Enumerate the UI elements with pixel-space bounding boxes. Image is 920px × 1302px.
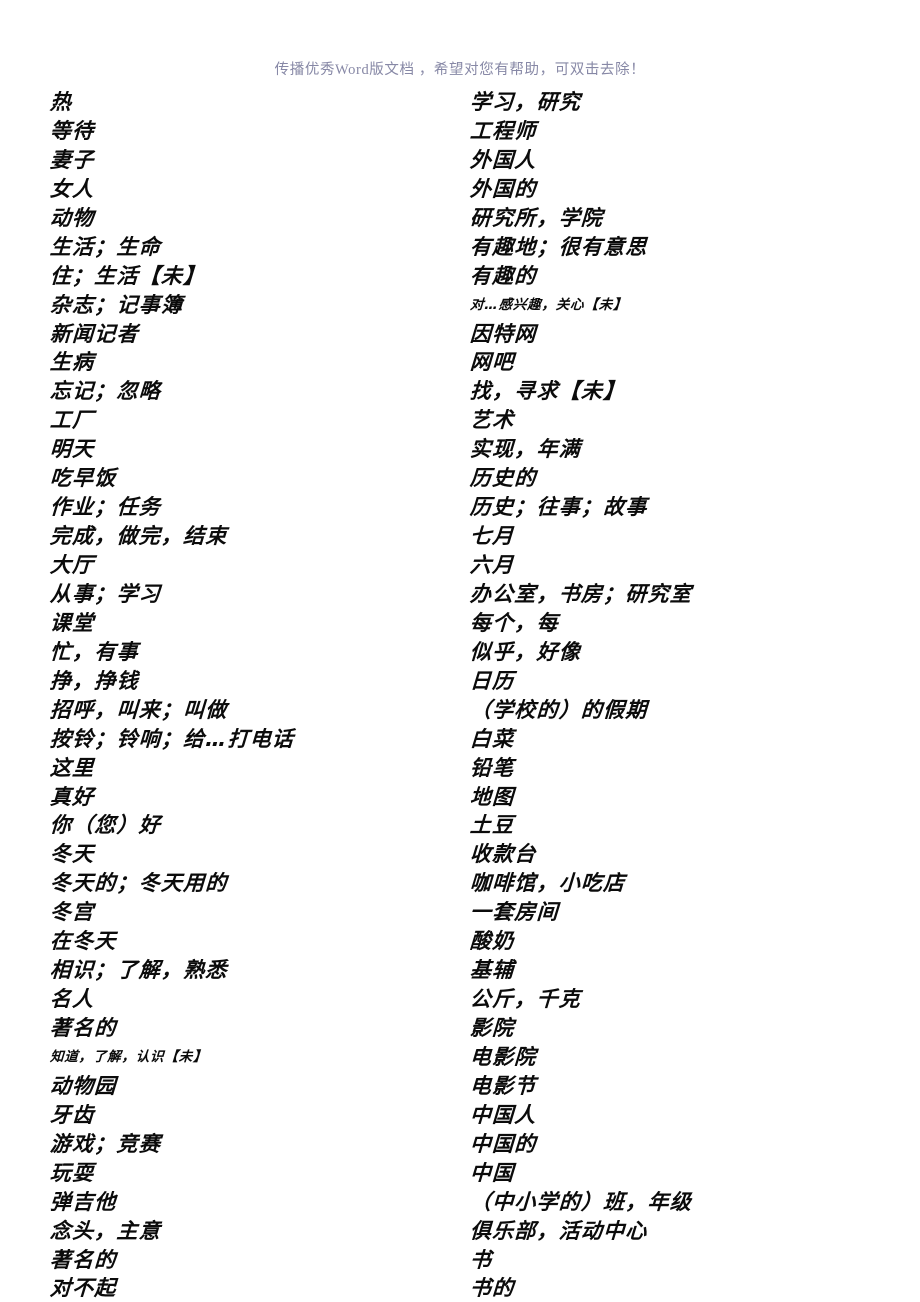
- word-list-entry: （中小学的）班，年级: [469, 1189, 693, 1214]
- word-list-entry: 网吧: [469, 350, 516, 375]
- word-list-entry: 动物园: [49, 1073, 118, 1098]
- document-page: 传播优秀Word版文档 ，希望对您有帮助，可双击去除！ 热等待妻子女人动物生活；…: [0, 0, 920, 1302]
- word-list-entry: 玩耍: [49, 1160, 96, 1185]
- word-list-entry: 明天: [49, 437, 96, 462]
- word-list-entry: 住；生活【未】: [49, 263, 207, 288]
- word-list-column-left: 热等待妻子女人动物生活；生命住；生活【未】 杂志；记事簿 新闻记者生病忘记；忽略工厂…: [49, 88, 450, 1302]
- word-list-entry: 在冬天: [49, 929, 118, 954]
- word-list-entry: 等待: [49, 118, 96, 143]
- word-list-entry: 有趣的: [469, 263, 538, 288]
- word-list-entry: 影院: [469, 1016, 516, 1040]
- word-list-entry: 办公室，书房；研究室: [469, 581, 693, 606]
- word-list-entry: 生病: [49, 350, 96, 375]
- word-list-entry: 游戏；竞赛: [49, 1131, 162, 1156]
- word-list-entry: 大厅: [49, 553, 96, 577]
- word-list-entry: 著名的: [49, 1247, 118, 1272]
- word-list-entry: 土豆: [469, 813, 516, 838]
- word-list-entry: 书的: [469, 1276, 516, 1301]
- word-list-entry: 外国人: [469, 147, 538, 172]
- word-list-entry: 名人: [49, 987, 96, 1012]
- word-list-entry: 忘记；忽略: [49, 379, 162, 404]
- word-list-entry: 地图: [469, 784, 516, 809]
- word-list-entry: 因特网: [469, 321, 538, 346]
- word-list-entry: 热: [49, 90, 73, 114]
- word-list-entry: 中国: [469, 1160, 516, 1185]
- word-list-entry: 咖啡馆，小吃店: [469, 871, 627, 896]
- word-list-entry: 酸奶: [469, 929, 516, 954]
- word-list-entry: 七月: [469, 524, 516, 549]
- word-list-entry: 念头，主意: [49, 1218, 162, 1243]
- word-list-entry: 学习，研究: [469, 90, 582, 114]
- word-list-entry: 从事；学习: [49, 581, 162, 606]
- word-list-entry: 外国的: [469, 176, 538, 201]
- word-list-entry: 杂志；记事簿: [49, 292, 184, 317]
- word-list-entry: 招呼，叫来；叫做: [49, 697, 229, 722]
- word-list-entry: 对不起: [49, 1276, 118, 1301]
- word-list-entry: 课堂: [49, 610, 96, 635]
- word-list-entry: 基辅: [469, 958, 516, 983]
- word-list-entry: 对…感兴趣，关心【未】: [469, 296, 628, 313]
- word-list-entry: 日历: [469, 668, 516, 693]
- word-list-columns: 热等待妻子女人动物生活；生命住；生活【未】 杂志；记事簿 新闻记者生病忘记；忽略工厂…: [0, 88, 920, 1300]
- word-list-entry: 铅笔: [469, 755, 516, 780]
- word-list-entry: 完成，做完，结束: [49, 524, 229, 549]
- word-list-entry: 生活；生命: [49, 234, 162, 259]
- word-list-entry: 研究所，学院: [469, 205, 604, 230]
- word-list-entry: 作业；任务: [49, 495, 162, 520]
- word-list-entry: 冬天的；冬天用的: [49, 871, 229, 896]
- word-list-entry: 这里: [49, 755, 96, 780]
- word-list-entry: 牙齿: [49, 1102, 96, 1127]
- word-list-entry: 冬宫: [49, 900, 96, 925]
- word-list-entry: 找，寻求【未】: [469, 379, 627, 404]
- word-list-entry: 白菜: [469, 726, 516, 751]
- watermark-text: 传播优秀Word版文档 ，希望对您有帮助，可双击去除！: [274, 62, 646, 78]
- word-list-entry: 有趣地；很有意思: [469, 234, 649, 259]
- word-list-column-right: 学习，研究工程师外国人外国的研究所，学院有趣地；很有意思 有趣的对…感兴趣，关心【…: [469, 88, 870, 1302]
- word-list-entry: 中国人: [469, 1102, 538, 1127]
- word-list-entry: 工程师: [469, 118, 538, 143]
- word-list-entry: 弹吉他: [49, 1189, 118, 1214]
- word-list-entry: 艺术: [469, 408, 516, 433]
- word-list-entry: 动物: [49, 205, 96, 230]
- word-list-entry: 挣，挣钱: [49, 668, 140, 693]
- word-list-entry: 按铃；铃响；给…打电话: [49, 726, 295, 751]
- word-list-entry: 你（您）好: [49, 813, 162, 838]
- word-list-entry: （学校的）的假期: [469, 697, 649, 722]
- word-list-entry: 六月: [469, 553, 516, 577]
- word-list-entry: 历史的: [469, 466, 538, 491]
- word-list-entry: 历史；往事；故事: [469, 495, 649, 520]
- word-list-entry: 书: [469, 1247, 493, 1272]
- word-list-entry: 中国的: [469, 1131, 538, 1156]
- word-list-entry: 俱乐部，活动中心: [469, 1218, 649, 1243]
- word-list-entry: 忙，有事: [49, 639, 140, 664]
- word-list-entry: 似乎，好像: [469, 639, 582, 664]
- word-list-entry: 一套房间: [469, 900, 560, 925]
- word-list-entry: 冬天: [49, 842, 96, 867]
- word-list-entry: 新闻记者: [49, 321, 140, 346]
- word-list-entry: 知道，了解，认识【未】: [49, 1048, 208, 1065]
- word-list-entry: 相识；了解，熟悉: [49, 958, 229, 983]
- word-list-entry: 工厂: [49, 408, 96, 433]
- word-list-entry: 实现，年满: [469, 437, 582, 462]
- word-list-entry: 电影节: [469, 1073, 538, 1098]
- word-list-entry: 吃早饭: [49, 466, 118, 491]
- word-list-entry: 著名的: [49, 1016, 118, 1040]
- word-list-entry: 收款台: [469, 842, 538, 867]
- word-list-entry: 电影院: [469, 1044, 538, 1069]
- word-list-entry: 真好: [49, 784, 96, 809]
- word-list-entry: 女人: [49, 176, 96, 201]
- word-list-entry: 妻子: [49, 147, 96, 172]
- word-list-entry: 每个，每: [469, 610, 560, 635]
- word-list-entry: 公斤，千克: [469, 987, 582, 1012]
